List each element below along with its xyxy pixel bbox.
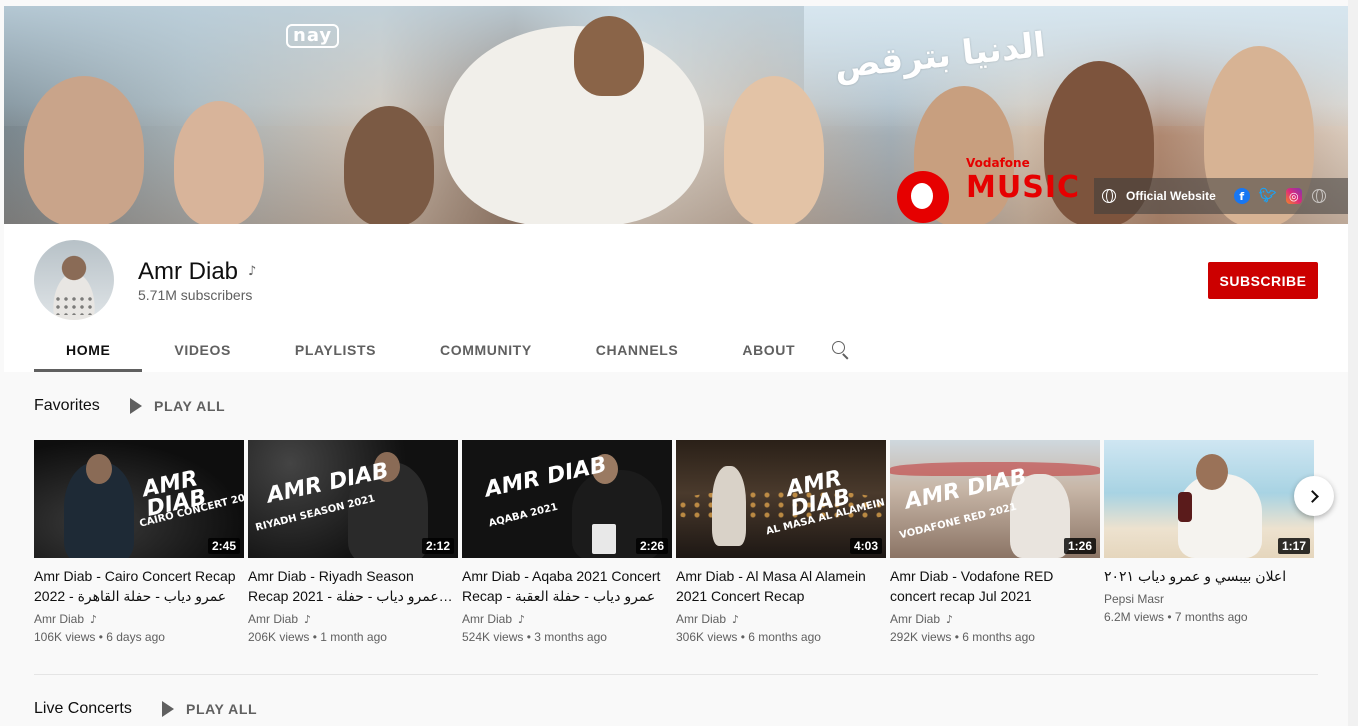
- channel-avatar[interactable]: [34, 240, 114, 320]
- video-meta: 106K views • 6 days ago: [34, 630, 165, 644]
- banner-links: Official Website f 🐦︎ ◎: [1094, 178, 1348, 214]
- globe-icon[interactable]: [1311, 189, 1326, 203]
- video-card[interactable]: AMR DIAB AQABA 2021 2:26 Amr Diab - Aqab…: [462, 440, 672, 644]
- play-icon: [162, 701, 174, 717]
- subscribe-button[interactable]: SUBSCRIBE: [1208, 262, 1318, 299]
- tab-community[interactable]: COMMUNITY: [408, 328, 564, 372]
- twitter-icon[interactable]: 🐦︎: [1259, 188, 1277, 204]
- video-duration: 2:45: [207, 538, 240, 554]
- play-all-button[interactable]: PLAY ALL: [130, 398, 225, 414]
- tab-channels[interactable]: CHANNELS: [564, 328, 711, 372]
- video-duration: 4:03: [849, 538, 882, 554]
- music-note-icon: ♪: [90, 612, 98, 626]
- channel-tabs: HOME VIDEOS PLAYLISTS COMMUNITY CHANNELS…: [34, 328, 827, 372]
- video-title[interactable]: Amr Diab - Al Masa Al Alamein 2021 Conce…: [676, 566, 886, 606]
- video-card[interactable]: 1:17 اعلان بيبسي و عمرو دياب ٢٠٢١ Pepsi …: [1104, 440, 1314, 624]
- official-website-link[interactable]: Official Website: [1126, 189, 1216, 203]
- music-note-icon: ♪: [304, 612, 312, 626]
- video-thumbnail[interactable]: AMR DIAB VODAFONE RED 2021 1:26: [890, 440, 1100, 558]
- nay-logo: nay: [286, 24, 340, 48]
- video-title[interactable]: Amr Diab - Riyadh Season Recap 2021 - عم…: [248, 566, 458, 606]
- facebook-icon[interactable]: f: [1233, 188, 1250, 204]
- subscriber-count: 5.71M subscribers: [138, 287, 253, 303]
- video-channel[interactable]: Amr Diab ♪: [890, 612, 1100, 626]
- chevron-right-icon: [1306, 489, 1319, 503]
- video-channel[interactable]: Amr Diab ♪: [462, 612, 672, 626]
- video-channel[interactable]: Amr Diab ♪: [676, 612, 886, 626]
- play-all-button[interactable]: PLAY ALL: [162, 701, 257, 717]
- video-channel[interactable]: Pepsi Masr: [1104, 592, 1314, 606]
- video-duration: 1:26: [1063, 538, 1096, 554]
- video-channel[interactable]: Amr Diab ♪: [248, 612, 458, 626]
- shelf-next-button[interactable]: [1294, 476, 1334, 516]
- vodafone-logo: [897, 171, 949, 223]
- play-icon: [130, 398, 142, 414]
- video-meta: 306K views • 6 months ago: [676, 630, 821, 644]
- tab-home[interactable]: HOME: [34, 328, 143, 372]
- video-title[interactable]: اعلان بيبسي و عمرو دياب ٢٠٢١: [1104, 566, 1314, 586]
- search-icon[interactable]: [830, 340, 850, 360]
- video-duration: 1:17: [1277, 538, 1310, 554]
- video-thumbnail[interactable]: AMR DIAB CAIRO CONCERT 2022 2:45: [34, 440, 244, 558]
- video-title[interactable]: Amr Diab - Vodafone RED concert recap Ju…: [890, 566, 1100, 606]
- tab-playlists[interactable]: PLAYLISTS: [263, 328, 408, 372]
- music-note-icon: ♪: [946, 612, 954, 626]
- globe-icon: [1102, 189, 1116, 203]
- music-note-icon: ♪: [732, 612, 740, 626]
- video-title[interactable]: Amr Diab - Aqaba 2021 Concert Recap - عم…: [462, 566, 672, 606]
- video-card[interactable]: AMR DIAB AL MASA AL ALAMEIN 2021 4:03 Am…: [676, 440, 886, 644]
- shelf-title-live-concerts: Live Concerts: [34, 700, 132, 717]
- vodafone-music-logo: Vodafone MUSIC: [966, 156, 1080, 205]
- video-channel[interactable]: Amr Diab ♪: [34, 612, 244, 626]
- video-meta: 206K views • 1 month ago: [248, 630, 387, 644]
- channel-banner: nay الدنيا بترقص Vodafone MUSIC Official…: [4, 6, 1348, 224]
- thumbnail-caption: AQABA 2021: [487, 501, 559, 530]
- video-duration: 2:12: [421, 538, 454, 554]
- video-thumbnail[interactable]: AMR DIAB AQABA 2021 2:26: [462, 440, 672, 558]
- music-note-icon: ♪: [518, 612, 526, 626]
- tab-about[interactable]: ABOUT: [710, 328, 827, 372]
- scrollbar-track[interactable]: [1348, 0, 1358, 726]
- shelf-title-favorites: Favorites: [34, 397, 100, 414]
- video-meta: 6.2M views • 7 months ago: [1104, 610, 1248, 624]
- video-card[interactable]: AMR DIAB CAIRO CONCERT 2022 2:45 Amr Dia…: [34, 440, 244, 644]
- video-thumbnail[interactable]: AMR DIAB RIYADH SEASON 2021 2:12: [248, 440, 458, 558]
- shelf-divider: [34, 674, 1318, 675]
- channel-content: Favorites PLAY ALL AMR DIAB CAIRO CONCER…: [4, 372, 1348, 726]
- video-title[interactable]: Amr Diab - Cairo Concert Recap 2022 - عم…: [34, 566, 244, 606]
- channel-header: Amr Diab ♪ 5.71M subscribers SUBSCRIBE H…: [4, 224, 1348, 372]
- tab-videos[interactable]: VIDEOS: [142, 328, 263, 372]
- youtube-channel-page: nay الدنيا بترقص Vodafone MUSIC Official…: [0, 0, 1358, 726]
- video-card[interactable]: AMR DIAB VODAFONE RED 2021 1:26 Amr Diab…: [890, 440, 1100, 644]
- video-thumbnail[interactable]: AMR DIAB AL MASA AL ALAMEIN 2021 4:03: [676, 440, 886, 558]
- video-meta: 524K views • 3 months ago: [462, 630, 607, 644]
- video-card[interactable]: AMR DIAB RIYADH SEASON 2021 2:12 Amr Dia…: [248, 440, 458, 644]
- video-meta: 292K views • 6 months ago: [890, 630, 1035, 644]
- music-note-icon: ♪: [248, 264, 257, 279]
- instagram-icon[interactable]: ◎: [1285, 188, 1302, 204]
- channel-name: Amr Diab: [138, 258, 239, 285]
- video-duration: 2:26: [635, 538, 668, 554]
- video-thumbnail[interactable]: 1:17: [1104, 440, 1314, 558]
